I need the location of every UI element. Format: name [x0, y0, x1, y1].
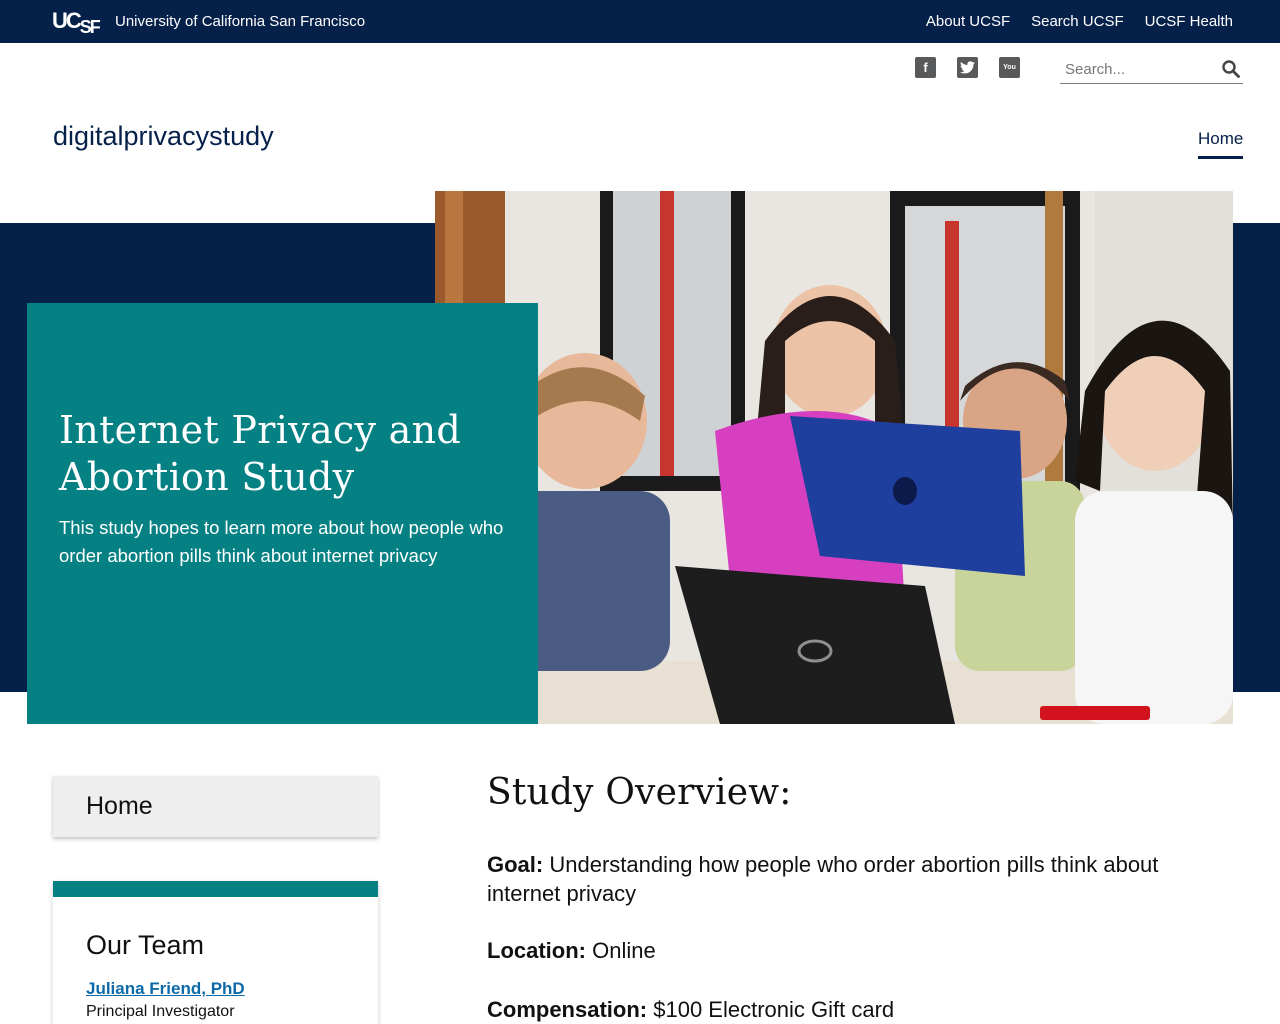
team-member-role: Principal Investigator [86, 1003, 235, 1020]
twitter-icon[interactable] [957, 57, 978, 78]
ucsf-logo[interactable]: UCSF [52, 6, 101, 37]
compensation-label: Compensation: [487, 997, 648, 1022]
about-ucsf-link[interactable]: About UCSF [926, 13, 1010, 30]
goal-label: Goal: [487, 852, 544, 877]
hero-photo [435, 191, 1233, 724]
search-ucsf-link[interactable]: Search UCSF [1031, 13, 1124, 30]
facebook-icon[interactable]: f [915, 57, 936, 78]
compensation-row: Compensation: $100 Electronic Gift card [487, 995, 1227, 1024]
search-icon[interactable] [1221, 59, 1241, 79]
nav-home-link[interactable]: Home [1198, 129, 1244, 159]
hero-card: Internet Privacy and Abortion Study This… [27, 303, 538, 724]
study-overview-title: Study Overview: [487, 772, 792, 813]
sidebar-item-home[interactable]: Home [53, 776, 378, 837]
ucsf-health-link[interactable]: UCSF Health [1145, 13, 1233, 30]
goal-row: Goal: Understanding how people who order… [487, 850, 1227, 908]
compensation-text: $100 Electronic Gift card [647, 997, 895, 1022]
our-team-card: Our Team Juliana Friend, PhD Principal I… [53, 881, 378, 1024]
site-name[interactable]: digitalprivacystudy [53, 121, 274, 152]
search-box [1060, 56, 1243, 84]
hero-photo-illustration [435, 191, 1233, 724]
location-text: Online [586, 938, 656, 963]
hero-title: Internet Privacy and Abortion Study [59, 408, 462, 499]
location-row: Location: Online [487, 936, 1227, 965]
top-links: About UCSF Search UCSF UCSF Health [926, 13, 1233, 30]
search-input[interactable] [1060, 56, 1210, 82]
logo-text-main: UC [52, 8, 82, 33]
location-label: Location: [487, 938, 586, 963]
goal-text: Understanding how people who order abort… [487, 852, 1159, 906]
logo-text-sub: SF [79, 17, 101, 37]
social-links: f You [915, 57, 1020, 78]
twitter-bird-shape [960, 61, 975, 74]
youtube-icon[interactable]: You [999, 57, 1020, 78]
team-title: Our Team [86, 930, 205, 960]
university-name[interactable]: University of California San Francisco [115, 13, 365, 30]
top-bar: UCSF University of California San Franci… [0, 0, 1280, 43]
team-member-link[interactable]: Juliana Friend, PhD [86, 979, 245, 999]
hero-subtitle: This study hopes to learn more about how… [59, 517, 504, 566]
